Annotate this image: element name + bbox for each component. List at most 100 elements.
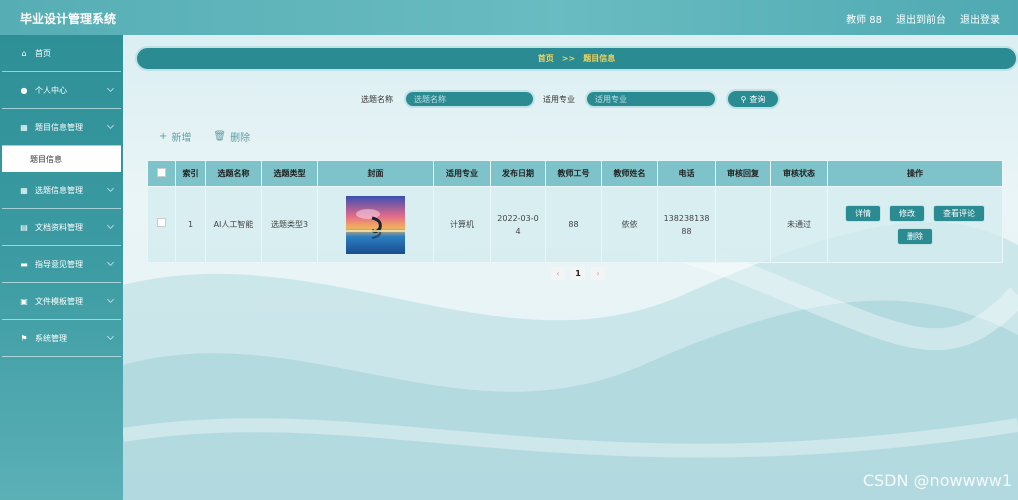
sidebar-item-label: 题目信息管理	[35, 122, 83, 132]
back-to-front-link[interactable]: 退出到前台	[896, 11, 946, 26]
cell-major: 计算机	[433, 186, 491, 263]
current-page[interactable]: 1	[571, 267, 585, 280]
topic-name-label: 选题名称	[361, 95, 393, 104]
cell-operations: 详情 修改 查看评论 删除	[827, 186, 1003, 263]
column-header: 选题名称	[205, 160, 262, 187]
cell-review-status: 未通过	[770, 186, 828, 263]
chevron-down-icon	[106, 184, 115, 193]
chevron-down-icon	[106, 258, 115, 267]
cell-topic-name: AI人工智能	[205, 186, 262, 263]
cell-index: 1	[175, 186, 206, 263]
chevron-down-icon	[106, 221, 115, 230]
search-button[interactable]: ⚲ 查询	[726, 89, 780, 109]
breadcrumb: 首页 >> 题目信息	[135, 46, 1018, 71]
row-select-cell[interactable]	[147, 186, 176, 263]
sidebar-item-personal-center[interactable]: ● 个人中心	[2, 72, 121, 109]
cell-topic-type: 选题类型3	[261, 186, 318, 263]
column-header: 操作	[827, 160, 1003, 187]
add-button[interactable]: + 新增	[159, 129, 191, 144]
cell-review-reply	[715, 186, 771, 263]
table-header-row: 索引 选题名称 选题类型 封面 适用专业 发布日期 教师工号 教师姓名 电话 审…	[147, 160, 1003, 187]
user-icon: ●	[20, 85, 28, 95]
document-icon: ▤	[20, 222, 28, 232]
sidebar-item-documents[interactable]: ▤ 文档资料管理	[2, 209, 121, 246]
current-user: 教师 88	[846, 15, 882, 26]
search-button-label: 查询	[749, 94, 766, 104]
sidebar-item-label: 选题信息管理	[35, 185, 83, 195]
column-header: 适用专业	[433, 160, 491, 187]
comment-icon: ▬	[20, 259, 28, 269]
plus-icon: +	[159, 131, 168, 142]
sidebar-item-label: 文档资料管理	[35, 222, 83, 232]
sidebar-item-label: 文件模板管理	[35, 296, 83, 306]
sidebar-item-home[interactable]: ⌂ 首页	[2, 35, 121, 72]
column-header: 发布日期	[490, 160, 546, 187]
sidebar-item-system[interactable]: ⚑ 系统管理	[2, 320, 121, 357]
column-header: 教师姓名	[601, 160, 658, 187]
sidebar-item-label: 系统管理	[35, 333, 67, 343]
topic-name-input[interactable]	[404, 90, 535, 108]
flag-icon: ⚑	[20, 333, 28, 343]
cell-teacher-id: 88	[545, 186, 602, 263]
sidebar: ⌂ 首页 ● 个人中心 ▦ 题目信息管理 题目信息 ▦ 选题信息管理 ▤ 文档资…	[0, 35, 123, 500]
detail-button[interactable]: 详情	[845, 204, 881, 222]
add-button-label: 新增	[171, 133, 192, 144]
column-header: 审核状态	[770, 160, 828, 187]
briefcase-icon: ▣	[20, 296, 28, 306]
cell-date: 2022-03-04	[490, 186, 546, 263]
sidebar-item-guidance[interactable]: ▬ 指导意见管理	[2, 246, 121, 283]
sidebar-item-selection-management[interactable]: ▦ 选题信息管理	[2, 172, 121, 209]
prev-page-button[interactable]: ‹	[551, 267, 565, 280]
chevron-down-icon	[106, 295, 115, 304]
major-label: 适用专业	[543, 95, 575, 104]
table-row: 1 AI人工智能 选题类型3 计算机 2022-03-04 88 依依 1382…	[147, 186, 1003, 263]
top-header: 毕业设计管理系统 教师 88 退出到前台 退出登录	[0, 0, 1018, 35]
topic-table: 索引 选题名称 选题类型 封面 适用专业 发布日期 教师工号 教师姓名 电话 审…	[147, 160, 1003, 263]
row-checkbox[interactable]	[157, 218, 166, 227]
column-header: 电话	[657, 160, 716, 187]
search-icon: ⚲	[740, 94, 747, 104]
column-header: 审核回复	[715, 160, 771, 187]
chevron-down-icon	[106, 121, 115, 130]
cell-cover	[317, 186, 434, 263]
cover-image	[346, 195, 405, 254]
edit-button[interactable]: 修改	[889, 204, 925, 222]
sidebar-item-label: 首页	[35, 48, 51, 58]
breadcrumb-home[interactable]: 首页	[538, 53, 554, 64]
column-header: 教师工号	[545, 160, 602, 187]
select-all-header[interactable]	[147, 160, 176, 187]
sidebar-item-topic-info-management[interactable]: ▦ 题目信息管理	[2, 109, 121, 146]
trash-icon: 🗑	[213, 131, 227, 142]
column-header: 封面	[317, 160, 434, 187]
chevron-down-icon	[106, 332, 115, 341]
top-right-menu: 教师 88 退出到前台 退出登录	[846, 11, 1000, 26]
view-comments-button[interactable]: 查看评论	[933, 204, 985, 222]
action-toolbar: + 新增 🗑 删除	[159, 129, 250, 144]
cell-phone: 13823813888	[657, 186, 716, 263]
select-all-checkbox[interactable]	[157, 168, 166, 177]
breadcrumb-separator: >>	[561, 54, 576, 63]
app-title: 毕业设计管理系统	[20, 12, 117, 26]
column-header: 索引	[175, 160, 206, 187]
watermark: CSDN @nowwww1	[862, 471, 1012, 490]
next-page-button[interactable]: ›	[591, 267, 605, 280]
column-header: 选题类型	[261, 160, 318, 187]
logout-link[interactable]: 退出登录	[960, 11, 1000, 26]
main-content: 首页 >> 题目信息 选题名称 适用专业 ⚲ 查询 + 新增 🗑 删除	[123, 35, 1018, 500]
sidebar-subitem-topic-info[interactable]: 题目信息	[2, 146, 121, 172]
delete-button-label: 删除	[230, 133, 251, 144]
search-bar: 选题名称 适用专业 ⚲ 查询	[123, 89, 1018, 111]
sidebar-item-file-templates[interactable]: ▣ 文件模板管理	[2, 283, 121, 320]
breadcrumb-current: 题目信息	[583, 54, 616, 63]
pagination: ‹ 1 ›	[551, 267, 605, 280]
major-input[interactable]	[585, 90, 717, 108]
home-icon: ⌂	[21, 48, 27, 58]
grid-icon: ▦	[20, 185, 28, 195]
delete-row-button[interactable]: 删除	[897, 227, 933, 245]
sidebar-item-label: 指导意见管理	[35, 259, 83, 269]
cell-teacher-name: 依依	[601, 186, 658, 263]
sidebar-item-label: 个人中心	[35, 85, 67, 95]
grid-icon: ▦	[20, 122, 28, 132]
chevron-down-icon	[106, 84, 115, 93]
bulk-delete-button[interactable]: 🗑 删除	[213, 129, 250, 144]
